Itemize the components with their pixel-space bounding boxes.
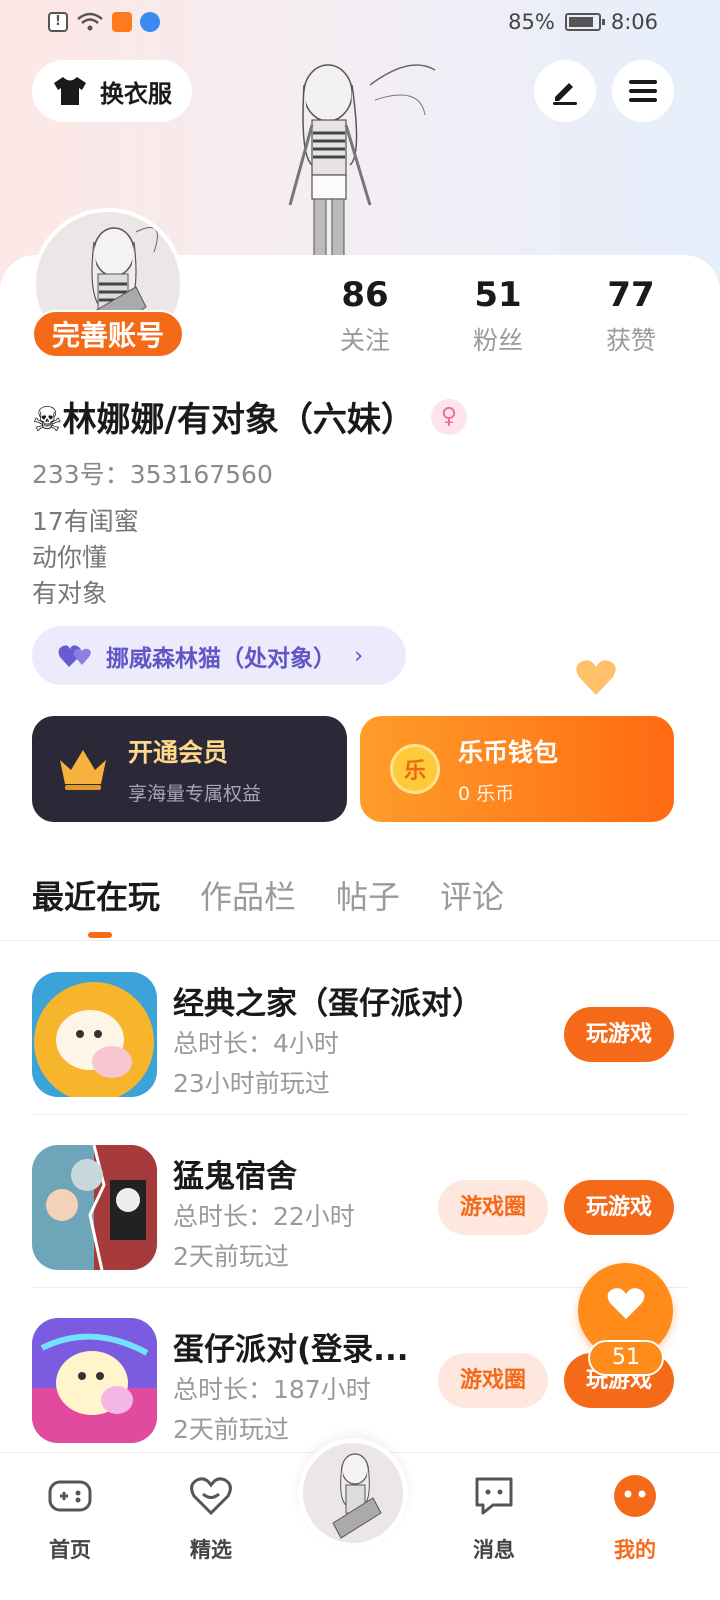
- game-row[interactable]: 经典之家（蛋仔派对） 总时长：4小时 23小时前玩过 玩游戏: [0, 942, 720, 1115]
- fans-count: 51: [474, 275, 522, 315]
- relationship-badge[interactable]: 挪威森林猫（处对象） ›: [32, 626, 406, 685]
- stat-fans[interactable]: 51 粉丝: [443, 275, 553, 357]
- chat-icon: [475, 1477, 513, 1515]
- username-row: ☠林娜娜/有对象（六妹） ♀: [32, 392, 467, 441]
- stat-following[interactable]: 86 关注: [310, 275, 420, 357]
- game-circle-button[interactable]: 游戏圈: [438, 1180, 548, 1235]
- fans-label: 粉丝: [472, 326, 523, 355]
- status-bar: ! 85% 8:06: [0, 0, 720, 50]
- nav-mine[interactable]: 我的: [590, 1473, 680, 1564]
- game-icon: [32, 972, 157, 1097]
- profile-tabs: 最近在玩 作品栏 帖子 评论: [32, 872, 504, 938]
- crown-icon: [60, 750, 106, 790]
- nav-home[interactable]: 首页: [25, 1473, 115, 1564]
- battery-icon: [564, 13, 605, 31]
- game-duration: 总时长：4小时: [173, 1029, 339, 1058]
- game-duration: 总时长：22小时: [173, 1202, 355, 1231]
- likes-count: 77: [607, 275, 655, 315]
- bio-line: 17有闺蜜: [32, 507, 139, 536]
- chevron-right-icon: ›: [354, 642, 364, 669]
- play-game-button[interactable]: 玩游戏: [564, 1180, 674, 1235]
- heart-outline-icon: [190, 1477, 232, 1516]
- nav-messages[interactable]: 消息: [449, 1473, 539, 1564]
- nav-mine-label: 我的: [614, 1538, 656, 1562]
- avatar-figure-image: [288, 64, 436, 258]
- nav-messages-label: 消息: [473, 1538, 515, 1562]
- app-notification-icon: [112, 12, 132, 32]
- divider: [0, 940, 720, 941]
- profile-face-icon: [614, 1475, 656, 1517]
- game-icon: [32, 1145, 157, 1270]
- game-last-played: 23小时前玩过: [173, 1069, 330, 1098]
- wifi-icon: [76, 12, 104, 32]
- bio-line: 有对象: [32, 579, 108, 608]
- double-heart-icon: [58, 644, 91, 667]
- nav-home-label: 首页: [49, 1538, 91, 1562]
- bio-line: 动你懂: [32, 543, 108, 572]
- shirt-icon: [54, 77, 86, 105]
- change-outfit-label: 换衣服: [100, 79, 172, 108]
- battery-percent: 85%: [508, 10, 555, 34]
- pen-icon: [553, 83, 577, 105]
- game-last-played: 2天前玩过: [173, 1415, 289, 1444]
- stat-likes[interactable]: 77 获赞: [576, 275, 686, 357]
- wallet-card[interactable]: 乐 乐币钱包 0 乐币: [360, 716, 674, 822]
- gamepad-icon: [48, 1480, 92, 1512]
- likes-label: 获赞: [605, 326, 656, 355]
- nav-featured-label: 精选: [190, 1538, 232, 1562]
- following-label: 关注: [339, 326, 390, 355]
- tab-works[interactable]: 作品栏: [200, 872, 296, 932]
- following-count: 86: [341, 275, 389, 315]
- edit-button[interactable]: [534, 60, 596, 122]
- username: ☠林娜娜/有对象（六妹）: [32, 400, 415, 440]
- bio: 17有闺蜜 动你懂 有对象: [32, 504, 139, 612]
- user-id: 233号：353167560: [32, 460, 273, 489]
- game-circle-button[interactable]: 游戏圈: [438, 1353, 548, 1408]
- game-duration: 总时长：187小时: [173, 1375, 371, 1404]
- change-outfit-button[interactable]: 换衣服: [32, 60, 192, 122]
- avatar-image: [332, 1453, 382, 1539]
- game-name: 猛鬼宿舍: [173, 1159, 297, 1195]
- like-count: 51: [588, 1340, 664, 1376]
- wallet-title: 乐币钱包: [458, 737, 559, 767]
- menu-button[interactable]: [612, 60, 674, 122]
- complete-account-button[interactable]: 完善账号: [32, 310, 184, 358]
- nav-avatar-button[interactable]: [298, 1438, 408, 1548]
- game-icon: [32, 1318, 157, 1443]
- tab-posts[interactable]: 帖子: [336, 872, 400, 932]
- vip-card[interactable]: 开通会员 享海量专属权益: [32, 716, 347, 822]
- vip-subtitle: 享海量专属权益: [128, 782, 262, 805]
- tab-comments[interactable]: 评论: [440, 872, 504, 932]
- play-game-button[interactable]: 玩游戏: [564, 1007, 674, 1062]
- wallet-balance: 0 乐币: [458, 782, 515, 805]
- coin-icon: 乐: [390, 744, 440, 794]
- browser-notification-icon: [140, 12, 160, 32]
- floating-heart-icon: [576, 660, 616, 695]
- vip-title: 开通会员: [128, 737, 229, 767]
- game-name: 经典之家（蛋仔派对）: [173, 986, 483, 1022]
- female-gender-icon: ♀: [430, 398, 467, 435]
- tab-recent[interactable]: 最近在玩: [32, 872, 160, 938]
- clock: 8:06: [610, 10, 658, 34]
- hamburger-icon: [629, 80, 657, 102]
- nav-featured[interactable]: 精选: [166, 1473, 256, 1564]
- game-name: 蛋仔派对(登录...: [173, 1332, 409, 1368]
- relationship-label: 挪威森林猫（处对象）: [106, 645, 336, 672]
- heart-icon: [607, 1288, 644, 1319]
- game-row[interactable]: 猛鬼宿舍 总时长：22小时 2天前玩过 游戏圈 玩游戏: [0, 1115, 720, 1288]
- game-last-played: 2天前玩过: [173, 1242, 289, 1271]
- alert-icon: !: [48, 12, 68, 32]
